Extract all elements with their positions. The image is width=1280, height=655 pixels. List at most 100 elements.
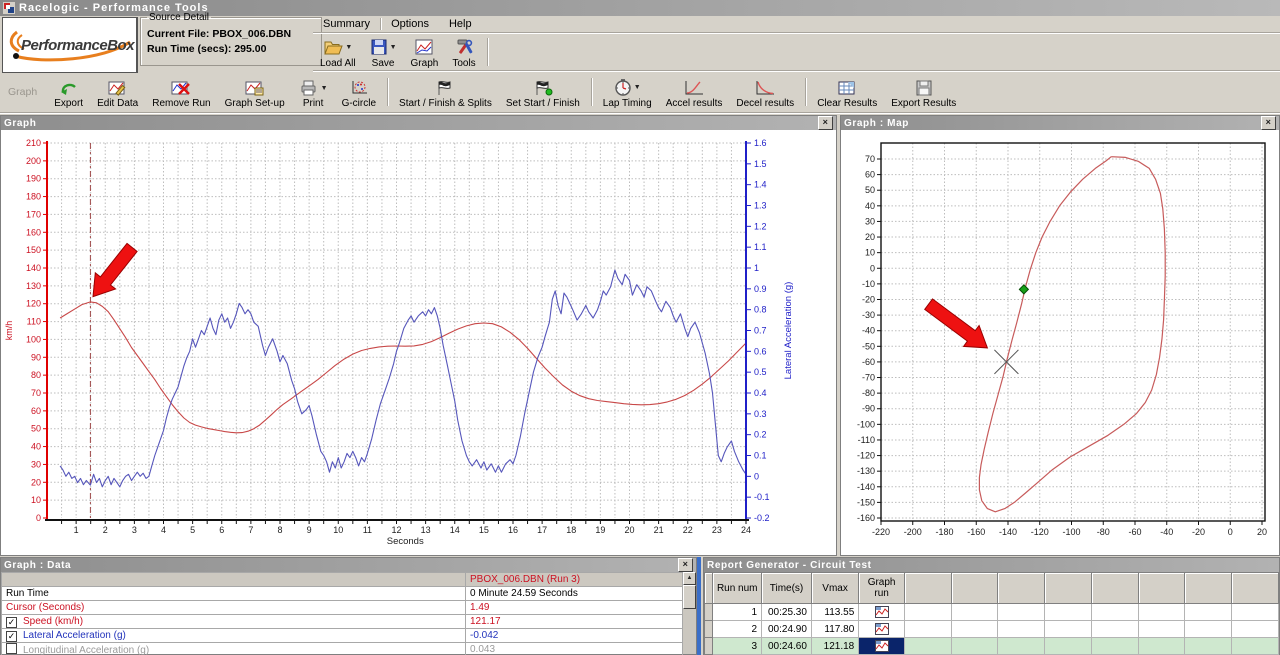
svg-text:0: 0	[754, 471, 759, 481]
graph-run-icon	[875, 640, 889, 652]
svg-text:1: 1	[754, 263, 759, 273]
svg-text:-200: -200	[904, 527, 922, 537]
empty-cell	[904, 638, 951, 655]
svg-text:24: 24	[741, 525, 751, 535]
menu-help[interactable]: Help	[439, 17, 482, 31]
save-dropdown[interactable]: ▼	[390, 44, 397, 51]
graph-run-cell[interactable]	[859, 604, 905, 621]
svg-text:15: 15	[479, 525, 489, 535]
decel-results-button[interactable]: Decel results	[729, 73, 801, 111]
close-icon[interactable]: ×	[678, 558, 693, 572]
svg-text:140: 140	[26, 263, 41, 273]
svg-text:21: 21	[654, 525, 664, 535]
scrollbar-thumb[interactable]	[683, 585, 696, 609]
empty-column-header	[998, 573, 1045, 604]
report-panel-header: Report Generator - Circuit Test	[704, 558, 1279, 572]
svg-text:8: 8	[277, 525, 282, 535]
load-all-dropdown[interactable]: ▼	[345, 44, 352, 51]
svg-text:-20: -20	[862, 294, 875, 304]
col-vmax[interactable]: Vmax	[811, 573, 858, 604]
graph-button[interactable]: Graph	[404, 33, 446, 71]
start-finish-splits-button[interactable]: Start / Finish & Splits	[392, 73, 499, 111]
svg-text:1.5: 1.5	[754, 159, 767, 169]
svg-text:0.6: 0.6	[754, 346, 767, 356]
svg-text:0: 0	[870, 263, 875, 273]
speed-checkbox[interactable]	[6, 617, 17, 628]
longitudinal-accel-checkbox[interactable]	[6, 643, 17, 654]
close-icon[interactable]: ×	[818, 116, 833, 130]
report-row[interactable]: 1 00:25.30 113.55	[705, 604, 1279, 621]
clear-results-button[interactable]: Clear Results	[810, 73, 884, 111]
svg-text:Seconds: Seconds	[387, 536, 424, 547]
toolbar-separator	[805, 78, 806, 106]
panel-splitter[interactable]	[697, 557, 701, 655]
report-row[interactable]: 2 00:24.90 117.80	[705, 621, 1279, 638]
col-run-num[interactable]: Run num	[713, 573, 762, 604]
graph-run-cell-selected[interactable]	[859, 638, 905, 655]
lap-timing-dropdown[interactable]: ▼	[634, 84, 641, 91]
svg-text:1: 1	[74, 525, 79, 535]
print-button[interactable]: ▼ Print	[292, 73, 335, 111]
export-results-button[interactable]: Export Results	[884, 73, 963, 111]
svg-text:Lateral Acceleration (g): Lateral Acceleration (g)	[783, 282, 794, 380]
save-button[interactable]: ▼ Save	[363, 33, 404, 71]
graph-setup-button[interactable]: Graph Set-up	[218, 73, 292, 111]
svg-text:-100: -100	[1062, 527, 1080, 537]
svg-text:180: 180	[26, 192, 41, 202]
toolbar-separator	[591, 78, 592, 106]
set-start-finish-icon	[532, 80, 554, 96]
svg-text:-160: -160	[857, 513, 875, 523]
remove-run-icon	[171, 80, 191, 96]
empty-cell	[1138, 638, 1185, 655]
set-start-finish-button[interactable]: Set Start / Finish	[499, 73, 587, 111]
report-row-selected[interactable]: 3 00:24.60 121.18	[705, 638, 1279, 655]
tools-button[interactable]: Tools	[445, 33, 482, 71]
svg-text:-80: -80	[862, 388, 875, 398]
current-file-label: Current File: PBOX_006.DBN	[147, 28, 315, 40]
row-label: Longitudinal Acceleration (g)	[23, 645, 149, 655]
export-button[interactable]: Export	[47, 73, 90, 111]
data-table: PBOX_006.DBN (Run 3) Run Time 0 Minute 2…	[1, 572, 683, 655]
svg-text:4: 4	[161, 525, 166, 535]
toolbar-context-label: Graph	[8, 86, 37, 98]
speed-lateral-chart[interactable]: 0102030405060708090100110120130140150160…	[1, 130, 836, 555]
svg-text:-0.1: -0.1	[754, 492, 770, 502]
vertical-scrollbar[interactable]: ▲	[683, 572, 696, 654]
scroll-up-icon[interactable]: ▲	[683, 572, 696, 585]
svg-text:130: 130	[26, 281, 41, 291]
svg-text:170: 170	[26, 209, 41, 219]
load-all-button[interactable]: ▼ Load All	[313, 33, 363, 71]
svg-text:-40: -40	[862, 326, 875, 336]
svg-text:2: 2	[103, 525, 108, 535]
col-time[interactable]: Time(s)	[762, 573, 812, 604]
svg-text:22: 22	[683, 525, 693, 535]
svg-text:40: 40	[865, 201, 875, 211]
svg-text:11: 11	[363, 525, 372, 535]
svg-text:7: 7	[248, 525, 253, 535]
graph-run-icon	[875, 606, 889, 618]
remove-run-button[interactable]: Remove Run	[145, 73, 217, 111]
menu-summary[interactable]: Summary	[313, 17, 380, 31]
print-dropdown[interactable]: ▼	[321, 85, 328, 92]
accel-curve-icon	[683, 80, 705, 96]
svg-text:-120: -120	[1031, 527, 1049, 537]
close-icon[interactable]: ×	[1261, 116, 1276, 130]
lateral-accel-checkbox[interactable]	[6, 631, 17, 642]
track-map-chart[interactable]: -220-200-180-160-140-120-100-80-60-40-20…	[841, 130, 1279, 555]
data-panel-title: Graph : Data	[4, 560, 678, 571]
g-circle-button[interactable]: G-circle	[335, 73, 383, 111]
empty-cell	[951, 621, 998, 638]
lap-timing-button[interactable]: ▼ Lap Timing	[596, 73, 659, 111]
svg-text:-60: -60	[862, 357, 875, 367]
svg-text:-160: -160	[967, 527, 985, 537]
report-table: Run num Time(s) Vmax Graph run 1 00:25.3…	[704, 572, 1279, 655]
graph-run-cell[interactable]	[859, 621, 905, 638]
menu-options[interactable]: Options	[381, 17, 439, 31]
svg-text:-110: -110	[858, 435, 875, 445]
svg-text:70: 70	[865, 154, 875, 164]
accel-results-button[interactable]: Accel results	[659, 73, 730, 111]
col-graph-run[interactable]: Graph run	[859, 573, 905, 604]
edit-data-button[interactable]: Edit Data	[90, 73, 145, 111]
table-row: Cursor (Seconds) 1.49	[2, 601, 683, 615]
svg-text:0.1: 0.1	[754, 451, 767, 461]
